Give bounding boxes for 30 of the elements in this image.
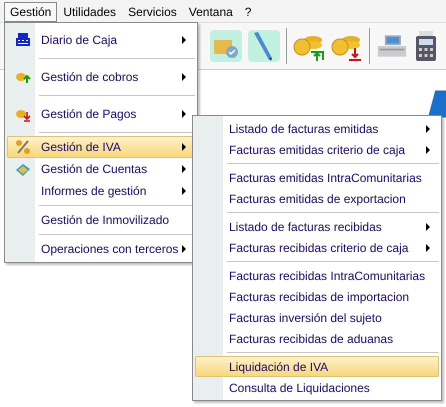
menu-item[interactable]: Consulta de Liquidaciones	[195, 377, 439, 398]
menu-bar-item[interactable]: Gestión	[4, 2, 58, 22]
menu-item[interactable]: Operaciones con terceros	[7, 238, 195, 260]
menu-item[interactable]: Gestión de cobros	[7, 62, 195, 92]
menu-item[interactable]: Listado de facturas recibidas	[195, 216, 439, 237]
menu-bar-item[interactable]: Ventana	[182, 2, 239, 22]
menu-item[interactable]: Diario de Caja	[7, 25, 195, 55]
folder-check-icon[interactable]	[210, 30, 242, 62]
percent-icon	[15, 139, 31, 155]
menu-item[interactable]: Facturas recibidas de importacion	[195, 286, 439, 307]
pen-icon[interactable]	[248, 30, 280, 62]
menu-item[interactable]: Liquidación de IVA	[195, 356, 439, 377]
menu-bar-item[interactable]: Servicios	[122, 2, 183, 22]
menu-item[interactable]: Facturas emitidas de exportacion	[195, 188, 439, 209]
menu-item[interactable]: Facturas recibidas de aduanas	[195, 328, 439, 349]
menu-item[interactable]: Facturas recibidas IntraComunitarias	[195, 265, 439, 286]
menu-item[interactable]: Gestión de Pagos	[7, 99, 195, 129]
menu-item[interactable]: Facturas emitidas IntraComunitarias	[195, 167, 439, 188]
menu-item[interactable]: Gestión de Inmovilizado	[7, 209, 195, 231]
menu-item[interactable]: Facturas inversión del sujeto	[195, 307, 439, 328]
menu-item[interactable]: Facturas emitidas criterio de caja	[195, 139, 439, 160]
menu-item[interactable]: Gestión de Cuentas	[7, 158, 195, 180]
menu-bar-item[interactable]: Utilidades	[57, 2, 122, 22]
logo-fragment-icon	[428, 90, 446, 118]
menu-item[interactable]: Facturas recibidas criterio de caja	[195, 237, 439, 258]
menu-item[interactable]: Informes de gestión	[7, 180, 195, 202]
card-terminal-icon[interactable]	[414, 30, 438, 62]
menu-item[interactable]: Gestión de IVA	[7, 136, 195, 158]
menu-item[interactable]: Listado de facturas emitidas	[195, 118, 439, 139]
menu-bar-item[interactable]: ?	[238, 2, 258, 22]
